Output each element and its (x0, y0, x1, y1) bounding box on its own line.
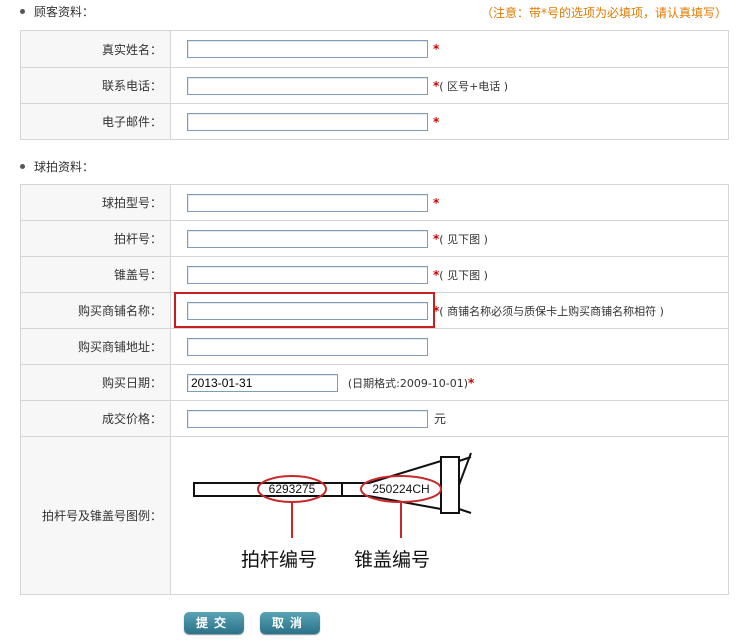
email-cell: * (170, 103, 729, 140)
frame-line (458, 452, 472, 485)
required-mark: * (433, 42, 440, 56)
model-cell: * (170, 184, 729, 221)
date-format-note: (日期格式:2009-10-01) (347, 376, 469, 390)
email-input[interactable] (187, 112, 428, 131)
store-name-highlight-box (174, 292, 435, 328)
submit-button[interactable]: 提交 (184, 612, 244, 634)
cancel-button[interactable]: 取消 (260, 612, 320, 634)
required-mark: * (433, 195, 440, 210)
shaft-note: ( 见下图 ) (439, 232, 488, 246)
real-name-input[interactable] (187, 40, 428, 58)
customer-section-title: 顾客资料： (20, 2, 94, 22)
price-cell: 元 (170, 400, 729, 437)
store-name-note: ( 商铺名称必须与质保卡上购买商铺名称相符 ) (439, 304, 664, 318)
cap-label: 锥盖号： (20, 256, 171, 293)
racket-model-input[interactable] (187, 193, 428, 212)
form-row-date: 购买日期： (日期格式:2009-10-01)* (20, 364, 729, 401)
store-address-cell (170, 328, 729, 365)
cap-cell: *( 见下图 ) (170, 256, 729, 293)
form-row-phone: 联系电话： *( 区号+电话 ) (20, 67, 729, 104)
cap-caption: 锥盖编号 (354, 549, 430, 571)
example-label: 拍杆号及锥盖号图例： (20, 436, 171, 595)
phone-input[interactable] (187, 76, 428, 95)
customer-section-label: 顾客资料： (34, 5, 95, 19)
date-label: 购买日期： (20, 364, 171, 401)
shaft-cap-diagram: 6293275 250224CH 拍杆编号 锥盖编号 (193, 452, 472, 571)
customer-form-table: 真实姓名： * 联系电话： *( 区号+电话 ) 电子邮件： * (20, 30, 729, 140)
form-row-store-address: 购买商铺地址： (20, 328, 729, 365)
name-label: 真实姓名： (20, 30, 171, 68)
required-notice: （注意：带*号的选项为必填项，请认真填写） (480, 6, 727, 20)
form-row-email: 电子邮件： * (20, 103, 729, 140)
cap-number-input[interactable] (187, 265, 428, 284)
phone-note: ( 区号+电话 ) (439, 79, 509, 93)
phone-label: 联系电话： (20, 67, 171, 104)
shaft-cell: *( 见下图 ) (170, 220, 729, 257)
shaft-number-input[interactable] (187, 229, 428, 248)
required-mark: * (433, 114, 440, 129)
form-row-shaft: 拍杆号： *( 见下图 ) (20, 220, 729, 257)
frame-line (458, 507, 472, 514)
model-label: 球拍型号： (20, 184, 171, 221)
bullet-icon (20, 9, 25, 14)
email-label: 电子邮件： (20, 103, 171, 140)
shaft-caption: 拍杆编号 (241, 549, 317, 571)
store-name-label: 购买商铺名称： (20, 292, 171, 329)
price-label: 成交价格： (20, 400, 171, 437)
price-input[interactable] (187, 409, 428, 428)
date-cell: (日期格式:2009-10-01)* (170, 364, 729, 401)
form-row-price: 成交价格： 元 (20, 400, 729, 437)
racket-section-label: 球拍资料： (34, 160, 95, 174)
shaft-code-text: 6293275 (269, 482, 316, 496)
purchase-date-input[interactable] (187, 373, 338, 392)
name-cell: * (170, 30, 729, 68)
form-row-example: 拍杆号及锥盖号图例： 6293275 250224CH 拍杆编号 锥盖编号 (20, 436, 729, 595)
cap-code-text: 250224CH (372, 482, 429, 496)
store-address-label: 购买商铺地址： (20, 328, 171, 365)
racket-form-table: 球拍型号： * 拍杆号： *( 见下图 ) 锥盖号： *( 见下图 ) 购买商铺… (20, 184, 729, 595)
bullet-icon (20, 164, 25, 169)
required-mark: * (468, 375, 475, 390)
shaft-label: 拍杆号： (20, 220, 171, 257)
example-cell: 6293275 250224CH 拍杆编号 锥盖编号 (170, 436, 729, 595)
form-row-cap: 锥盖号： *( 见下图 ) (20, 256, 729, 293)
form-row-model: 球拍型号： * (20, 184, 729, 221)
currency-unit: 元 (434, 412, 447, 426)
form-row-name: 真实姓名： * (20, 30, 729, 68)
phone-cell: *( 区号+电话 ) (170, 67, 729, 104)
head-shape (440, 455, 460, 514)
cap-note: ( 见下图 ) (439, 268, 488, 282)
store-address-input[interactable] (187, 337, 428, 356)
racket-section-title: 球拍资料： (20, 157, 94, 177)
